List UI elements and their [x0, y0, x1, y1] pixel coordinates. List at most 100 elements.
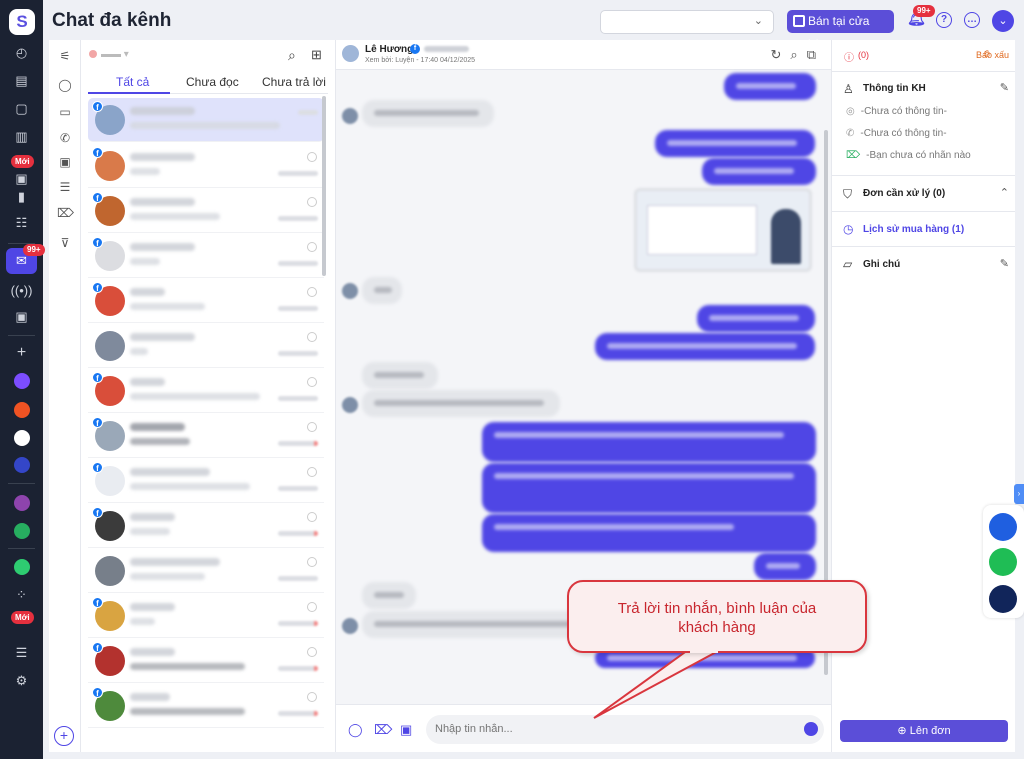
bot-icon[interactable]: [989, 585, 1017, 613]
tab-unreplied[interactable]: Chưa trả lời: [262, 75, 326, 89]
conversation-item[interactable]: f: [88, 414, 324, 458]
store-select[interactable]: ⌄: [600, 10, 774, 34]
filter-sidebar: ⚟ ◯ ▭ ✆ ▣ ☰ ⌦ ⊽ +: [49, 40, 81, 752]
tab-unread[interactable]: Chưa đọc: [186, 75, 239, 89]
conversation-item[interactable]: f: [88, 369, 324, 413]
message-bubble: [362, 100, 494, 127]
conversation-item[interactable]: f: [88, 594, 324, 638]
conversation-item[interactable]: f: [88, 189, 324, 233]
new-note-icon[interactable]: ⧉: [807, 47, 825, 62]
megaphone-icon[interactable]: [989, 513, 1017, 541]
message-bubble: [754, 553, 816, 580]
apps-icon[interactable]: ⁘: [0, 582, 43, 608]
pos-button[interactable]: Bán tại cửa hàng: [787, 10, 894, 51]
growth-icon[interactable]: [0, 554, 43, 580]
facebook-icon: f: [92, 462, 103, 473]
shopee-icon[interactable]: [0, 397, 43, 423]
add-channel-button[interactable]: +: [54, 726, 74, 746]
ads-icon[interactable]: ▣: [0, 304, 43, 330]
avatar: [342, 397, 358, 413]
tiktok-icon[interactable]: [0, 425, 43, 451]
conversation-item[interactable]: f: [88, 684, 324, 728]
cart-icon[interactable]: [0, 518, 43, 544]
warning-count: (0): [858, 50, 869, 60]
message-bubble: [482, 514, 816, 552]
conversation-item[interactable]: [88, 549, 324, 593]
emoji-icon[interactable]: [804, 722, 818, 736]
menu-icon[interactable]: ☰: [0, 640, 43, 666]
document-icon[interactable]: ▢: [0, 96, 43, 122]
create-order-button[interactable]: ⊕ Lên đơn: [840, 720, 1008, 742]
clear-filter-icon[interactable]: ⊽: [57, 235, 73, 251]
grid-list-icon[interactable]: ☷: [0, 210, 43, 236]
conversation-item[interactable]: f: [88, 279, 324, 323]
chat-badge: 99+: [23, 244, 45, 256]
conversation-item[interactable]: f: [88, 504, 324, 548]
pending-orders-section[interactable]: ⛉ Đơn cần xử lý (0) ⌃: [832, 176, 1016, 212]
filter-settings-icon[interactable]: ⚟: [57, 48, 73, 64]
ads-icon[interactable]: ▣: [57, 154, 73, 170]
message-bubble: [362, 611, 592, 638]
account-menu-button[interactable]: ⌄: [992, 10, 1014, 32]
conversation-item[interactable]: f: [88, 98, 324, 142]
lazada-icon[interactable]: [0, 452, 43, 478]
help-icon[interactable]: ?: [936, 12, 952, 28]
integration-icon[interactable]: [0, 490, 43, 516]
expand-panel-tab[interactable]: ›: [1014, 484, 1024, 504]
pending-orders-title: Đơn cần xử lý (0): [863, 188, 946, 199]
conversation-item[interactable]: f: [88, 144, 324, 188]
notes-title: Ghi chú: [863, 259, 901, 270]
image-message[interactable]: [634, 188, 812, 272]
avatar: [342, 283, 358, 299]
messages-icon[interactable]: ◯: [57, 77, 73, 93]
search-icon[interactable]: ⌕: [790, 47, 806, 62]
search-icon[interactable]: ⌕: [288, 47, 296, 64]
image-icon[interactable]: ▣: [400, 722, 412, 738]
store-icon[interactable]: [0, 368, 43, 394]
settings-icon[interactable]: ⚙: [0, 668, 43, 694]
page-selector[interactable]: ▬▬ ▾: [89, 49, 169, 63]
message-input[interactable]: [426, 715, 824, 744]
facebook-icon: f: [92, 417, 103, 428]
report-button[interactable]: Báo xấu: [976, 50, 1009, 60]
report-icon[interactable]: ▮: [0, 184, 43, 210]
dashboard-icon[interactable]: ◴: [0, 40, 43, 66]
conversation-item[interactable]: [88, 324, 324, 368]
seen-status: Xem bởi: Luyện - 17:40 04/12/2025: [365, 57, 476, 64]
orders-icon[interactable]: ▤: [0, 68, 43, 94]
support-chat-icon[interactable]: [989, 548, 1017, 576]
conversation-item[interactable]: f: [88, 459, 324, 503]
app-logo[interactable]: S: [9, 9, 35, 35]
invoice-icon[interactable]: ▥: [0, 124, 43, 150]
list-icon[interactable]: ☰: [57, 179, 73, 195]
edit-icon[interactable]: ✎: [1000, 81, 1009, 94]
message-bubble: [702, 158, 816, 185]
conversation-item[interactable]: f: [88, 639, 324, 683]
phone-icon[interactable]: ✆: [57, 130, 73, 146]
comments-icon[interactable]: ▭: [57, 104, 73, 120]
tag-icon[interactable]: ⌦: [846, 150, 860, 161]
avatar: [95, 331, 125, 361]
conversation-scrollbar[interactable]: [322, 96, 326, 276]
contact-name: Lê Hương: [365, 44, 414, 55]
chevron-up-icon[interactable]: ⌃: [1000, 186, 1009, 199]
add-icon[interactable]: +: [0, 340, 43, 366]
message-bubble: [362, 277, 402, 304]
facebook-icon: f: [92, 687, 103, 698]
broadcast-icon[interactable]: ((•)): [0, 277, 43, 303]
facebook-icon: f: [92, 192, 103, 203]
callout-joint: [690, 649, 718, 653]
conversation-list-toolbar: ▬▬ ▾ ⌕ ⊞: [81, 40, 336, 72]
quick-reply-icon[interactable]: ◯: [348, 722, 363, 738]
callout-line-2: khách hàng: [678, 619, 756, 636]
grid-view-icon[interactable]: ⊞: [311, 47, 322, 63]
store-icon: [793, 15, 805, 27]
edit-note-icon[interactable]: ✎: [1000, 257, 1009, 270]
tag-icon[interactable]: ⌦: [57, 205, 74, 221]
purchase-history-section[interactable]: ◷ Lịch sử mua hàng (1): [832, 212, 1016, 247]
tab-all[interactable]: Tất cả: [116, 75, 149, 89]
refresh-icon[interactable]: ↻: [771, 47, 791, 62]
more-icon[interactable]: …: [964, 12, 980, 28]
tag-icon[interactable]: ⌦: [374, 722, 392, 738]
conversation-item[interactable]: f: [88, 234, 324, 278]
